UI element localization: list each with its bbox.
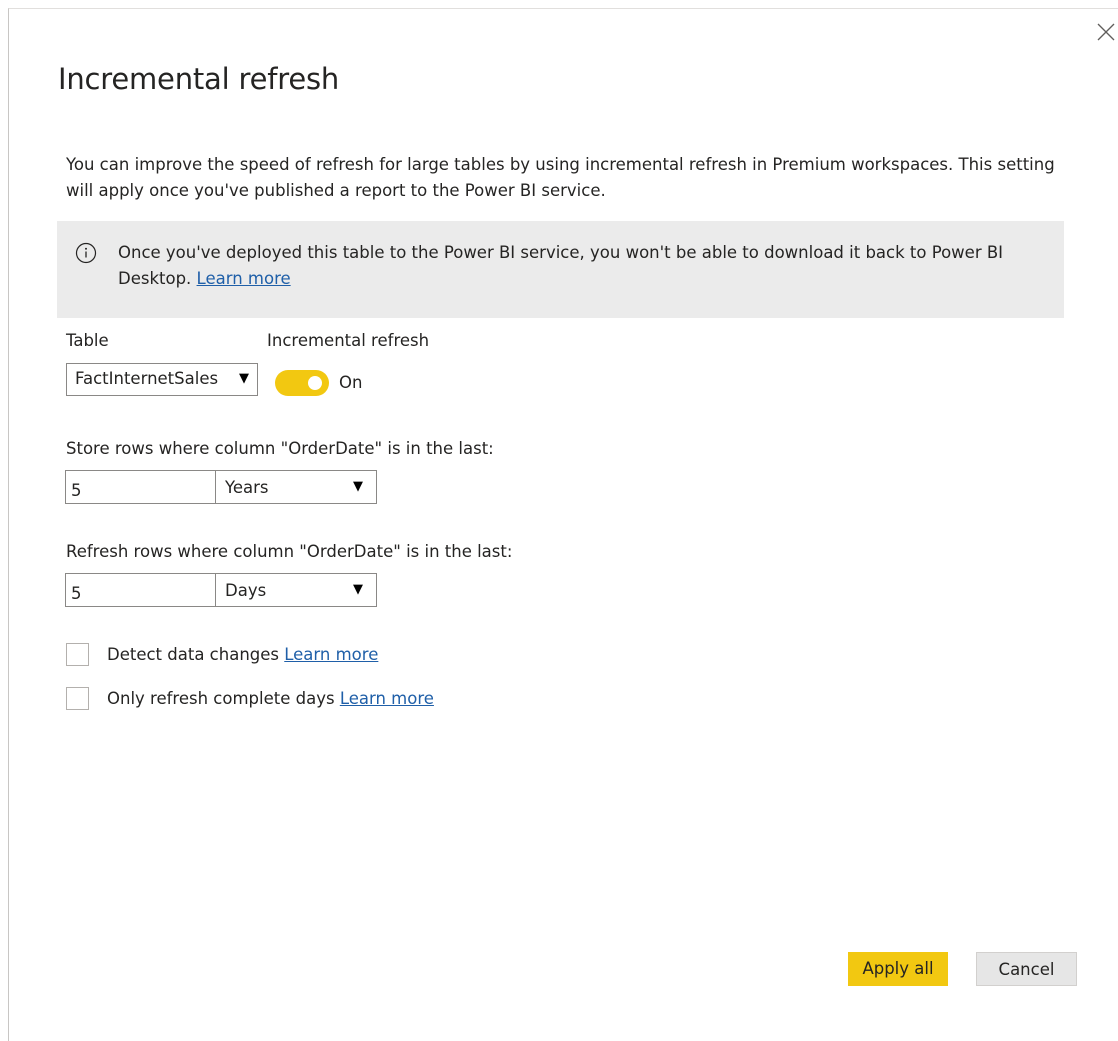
complete-days-checkbox[interactable] [66,687,89,710]
store-rows-label: Store rows where column "OrderDate" is i… [66,439,494,458]
detect-data-changes-learn-more-link[interactable]: Learn more [284,645,378,664]
info-banner-learn-more-link[interactable]: Learn more [197,269,291,288]
chevron-down-icon: ▼ [239,371,249,386]
cancel-button[interactable]: Cancel [976,952,1077,986]
dialog-title: Incremental refresh [58,62,340,96]
chevron-down-icon: ▼ [353,479,363,494]
dialog-description: You can improve the speed of refresh for… [66,155,1055,200]
complete-days-row: Only refresh complete days Learn more [107,689,434,708]
table-label: Table [66,331,109,350]
complete-days-learn-more-link[interactable]: Learn more [340,689,434,708]
info-banner-text: Once you've deployed this table to the P… [118,240,1038,292]
refresh-rows-label: Refresh rows where column "OrderDate" is… [66,542,513,561]
refresh-rows-unit-value: Days [225,581,267,600]
refresh-rows-value-input[interactable] [65,573,216,607]
detect-data-changes-row: Detect data changes Learn more [107,645,378,664]
apply-all-button[interactable]: Apply all [848,952,948,986]
store-rows-unit-value: Years [225,478,269,497]
store-rows-unit-select[interactable]: Years ▼ [215,470,377,504]
info-banner: Once you've deployed this table to the P… [57,221,1064,318]
toggle-state-label: On [339,373,363,392]
chevron-down-icon: ▼ [353,582,363,597]
store-rows-value-input[interactable] [65,470,216,504]
detect-data-changes-label: Detect data changes [107,645,279,664]
incremental-refresh-label: Incremental refresh [267,331,430,350]
incremental-refresh-toggle[interactable] [275,370,329,396]
refresh-rows-unit-select[interactable]: Days ▼ [215,573,377,607]
detect-data-changes-checkbox[interactable] [66,643,89,666]
toggle-knob [308,376,322,390]
info-icon [75,242,97,264]
complete-days-label: Only refresh complete days [107,689,335,708]
table-select-value: FactInternetSales [75,369,219,388]
table-select[interactable]: FactInternetSales ▼ [66,363,258,396]
close-icon[interactable] [1096,22,1116,42]
